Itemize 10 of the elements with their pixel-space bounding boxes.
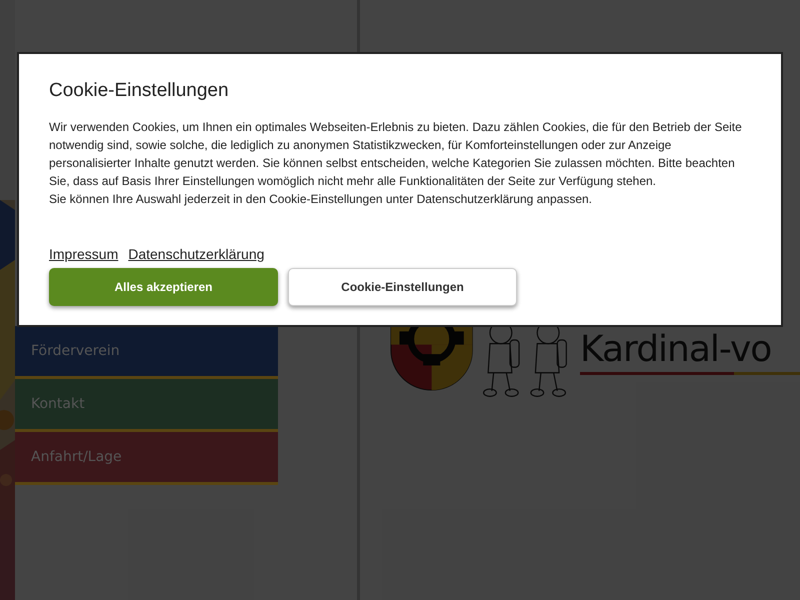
- settings-button[interactable]: Cookie-Einstellungen: [288, 268, 517, 306]
- footer-link[interactable]: Impressum: [49, 246, 118, 262]
- dialog-title: Cookie-Einstellungen: [49, 80, 230, 102]
- footer-link[interactable]: Datenschutzerklärung: [128, 246, 264, 262]
- nav-link[interactable]: Förderverein: [15, 326, 278, 379]
- logo-text: Kardinal-vo: [580, 328, 772, 372]
- dialog-text: Wir verwenden Cookies, um Ihnen ein optimales Webseiten-Erlebnis zu bieten. Dazu zählen Cookies, die für den Betrieb der Seite notwendig sind, sowie solche, die lediglich zu anonymen Statistikzwecken, für Komforteinstellungen oder zur Anzeige personalisierter Inhalte genutzt werden. Sie können selbst entscheiden, welche Kategorien Sie zulassen möchten. Bitte beachten Sie, dass auf Basis Ihrer Einstellungen womöglich nicht mehr alle Funktionalitäten der Seite zur Verfügung stehen.: [49, 119, 743, 190]
- accept-all-button[interactable]: Alles akzeptieren: [49, 268, 278, 306]
- nav-link[interactable]: Anfahrt/Lage: [15, 432, 278, 485]
- dialog-text: Sie können Ihre Auswahl jederzeit in den Cookie-Einstellungen unter Datenschutzerklärung anpassen.: [49, 191, 594, 208]
